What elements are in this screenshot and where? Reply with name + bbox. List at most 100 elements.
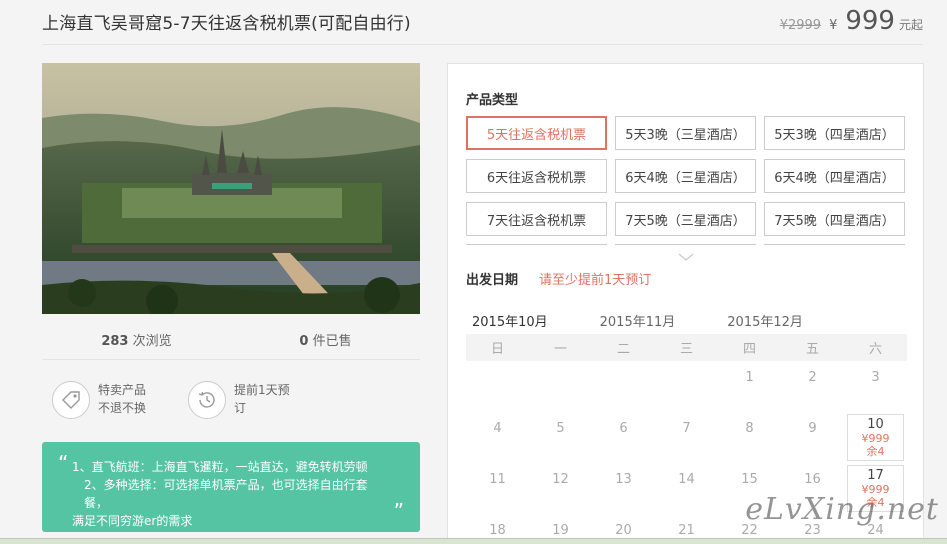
badge-advance-booking: 提前1天预订 <box>188 381 294 419</box>
product-type-options: 5天往返含税机票 5天3晚（三星酒店） 5天3晚（四星酒店） 6天往返含税机票 … <box>466 116 905 236</box>
product-type-title: 产品类型 <box>466 93 519 108</box>
tab-month-dec[interactable]: 2015年12月 <box>721 311 809 336</box>
day-number: 4 <box>493 421 502 436</box>
month-tabs: 2015年10月 2015年11月 2015年12月 <box>466 311 809 336</box>
option-6day-ticket[interactable]: 6天往返含税机票 <box>466 159 607 193</box>
day-number: 1 <box>745 370 754 385</box>
calendar-week: 4 5 6 7 8 9 10 ¥999 余4 <box>466 412 907 463</box>
day-number: 16 <box>804 472 821 487</box>
weekday-label: 日 <box>490 342 504 357</box>
day-number: 5 <box>556 421 565 436</box>
calendar-day: 5 <box>529 412 592 463</box>
day-number: 2 <box>808 370 817 385</box>
option-6day-3star[interactable]: 6天4晚（三星酒店） <box>615 159 756 193</box>
product-stats: 283 次浏览 0 件已售 <box>42 330 420 349</box>
note-line: 满足不同穷游er的需求 <box>72 514 193 528</box>
badge-label: 提前1天预订 <box>234 383 290 415</box>
calendar-day: 1 <box>718 361 781 412</box>
day-number: 9 <box>808 421 817 436</box>
site-watermark: eLvXing.net <box>745 492 939 527</box>
sold-stat: 0 件已售 <box>231 330 420 349</box>
day-number: 19 <box>552 523 569 538</box>
tag-icon <box>52 381 90 419</box>
price-box: ¥2999 ¥ 999 元起 <box>780 6 923 36</box>
option-7day-4star[interactable]: 7天5晚（四星酒店） <box>764 202 905 236</box>
calendar-day <box>466 361 529 412</box>
title-divider <box>42 44 923 45</box>
date-hint: 请至少提前1天预订 <box>539 273 652 288</box>
calendar-day <box>529 361 592 412</box>
option-5day-ticket[interactable]: 5天往返含税机票 <box>466 116 607 150</box>
option-7day-ticket[interactable]: 7天往返含税机票 <box>466 202 607 236</box>
weekday-label: 五 <box>805 342 819 357</box>
calendar-day <box>592 361 655 412</box>
browser-status-bar <box>0 538 947 544</box>
clock-history-icon <box>188 381 226 419</box>
day-number: 6 <box>619 421 628 436</box>
calendar-day: 7 <box>655 412 718 463</box>
day-number: 8 <box>745 421 754 436</box>
day-remaining: 余4 <box>866 445 885 458</box>
day-number: 20 <box>615 523 632 538</box>
day-number: 15 <box>741 472 758 487</box>
calendar-day: 6 <box>592 412 655 463</box>
note-line: 1、直飞航班：上海直飞暹粒，一站直达，避免转机劳顿 <box>72 460 368 474</box>
tab-month-nov[interactable]: 2015年11月 <box>594 311 682 336</box>
day-number: 7 <box>682 421 691 436</box>
day-number: 12 <box>552 472 569 487</box>
option-5day-4star[interactable]: 5天3晚（四星酒店） <box>764 116 905 150</box>
day-number: 21 <box>678 523 695 538</box>
sold-count: 0 <box>299 334 309 349</box>
option-6day-4star[interactable]: 6天4晚（四星酒店） <box>764 159 905 193</box>
views-label: 次浏览 <box>132 334 172 349</box>
weekday-label: 三 <box>679 342 693 357</box>
weekday-label: 四 <box>742 342 756 357</box>
calendar-day: 9 <box>781 412 844 463</box>
calendar-day: 14 <box>655 463 718 514</box>
price-suffix: 元起 <box>898 18 923 32</box>
open-quote-icon: “ <box>58 451 69 475</box>
current-price: 999 <box>845 6 895 36</box>
day-number: 14 <box>678 472 695 487</box>
booking-panel: 产品类型 5天往返含税机票 5天3晚（三星酒店） 5天3晚（四星酒店） 6天往返… <box>447 63 924 544</box>
views-count: 283 <box>101 334 129 349</box>
sold-label: 件已售 <box>312 334 352 349</box>
original-price: ¥2999 <box>779 18 822 33</box>
day-number: 10 <box>867 417 884 432</box>
product-photo <box>42 63 420 314</box>
calendar-day: 13 <box>592 463 655 514</box>
day-number: 18 <box>489 523 506 538</box>
currency-symbol: ¥ <box>829 18 838 33</box>
note-line: 2、多种选择：可选择单机票产品，也可选择自由行套餐， <box>84 478 368 510</box>
option-7day-3star[interactable]: 7天5晚（三星酒店） <box>615 202 756 236</box>
calendar-day: 4 <box>466 412 529 463</box>
weekday-label: 六 <box>868 342 882 357</box>
day-number: 13 <box>615 472 632 487</box>
calendar-day <box>655 361 718 412</box>
weekday-label: 二 <box>616 342 630 357</box>
calendar-day: 2 <box>781 361 844 412</box>
chevron-down-icon[interactable] <box>677 247 695 266</box>
calendar-day-available[interactable]: 10 ¥999 余4 <box>847 414 904 461</box>
feature-note: “ 1、直飞航班：上海直飞暹粒，一站直达，避免转机劳顿 2、多种选择：可选择单机… <box>42 442 420 532</box>
date-title: 出发日期 <box>466 273 519 288</box>
day-price: ¥999 <box>861 432 890 445</box>
weekday-label: 一 <box>553 342 567 357</box>
calendar-day: 3 <box>844 361 907 412</box>
day-number: 17 <box>867 468 884 483</box>
product-title: 上海直飞吴哥窟5-7天往返含税机票(可配自由行) <box>42 14 411 34</box>
day-number: 11 <box>489 472 506 487</box>
calendar-week: 1 2 3 <box>466 361 907 412</box>
views-stat: 283 次浏览 <box>42 330 231 349</box>
calendar-weekdays: 日 一 二 三 四 五 六 <box>466 334 907 361</box>
calendar-day: 12 <box>529 463 592 514</box>
option-5day-3star[interactable]: 5天3晚（三星酒店） <box>615 116 756 150</box>
service-badges: 特卖产品 不退不换 提前1天预订 <box>52 381 294 419</box>
tab-month-oct[interactable]: 2015年10月 <box>466 311 554 336</box>
calendar-day: 8 <box>718 412 781 463</box>
badge-special-sale: 特卖产品 不退不换 <box>52 381 158 419</box>
calendar-day: 11 <box>466 463 529 514</box>
stats-divider <box>42 359 420 360</box>
badge-label: 特卖产品 不退不换 <box>98 383 147 415</box>
close-quote-icon: ” <box>393 499 404 523</box>
